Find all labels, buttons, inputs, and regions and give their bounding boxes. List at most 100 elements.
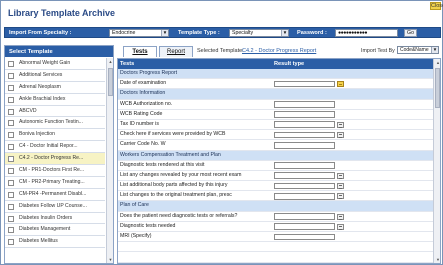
template-list-item[interactable]: Diabetes Follow UP Counse... [5,201,105,213]
close-button[interactable]: Close [430,2,443,10]
template-checkbox[interactable] [8,156,14,163]
result-input[interactable] [274,101,335,108]
template-checkbox[interactable] [8,61,14,67]
template-item-label: Autonomic Function Testin... [19,119,83,126]
template-list-item[interactable]: Diabetes Insulin Orders [5,213,105,225]
test-label: Diagnostic tests rendered at this visit [120,161,205,168]
test-label: Diagnostic tests needed [120,222,176,229]
notepad-icon[interactable] [337,193,344,200]
template-list-item[interactable]: Adrenal Neoplasm [5,82,105,94]
scroll-thumb[interactable] [108,68,113,96]
template-list: Abnormal Weight Gain Additional Services A… [5,58,105,249]
result-input[interactable] [274,223,335,231]
test-row: Diagnostic tests rendered at this visit [118,161,433,171]
template-item-label: C4 - Doctor Initial Repor... [19,143,78,150]
notepad-icon[interactable] [337,183,344,190]
template-checkbox[interactable] [8,96,14,103]
import-test-by-label: Import Test By [361,48,395,54]
template-checkbox[interactable] [8,191,14,198]
template-list-item[interactable]: C4.2 - Doctor Progress Re... [5,153,105,166]
template-list-item[interactable]: Diabetes Management [5,224,105,237]
template-checkbox[interactable] [8,120,14,127]
template-list-item[interactable]: CM - PR1-Doctors First Re... [5,165,105,177]
template-list-scrollbar[interactable]: ▲ ▼ [106,58,113,263]
template-checkbox[interactable] [8,144,14,151]
notepad-icon[interactable] [337,172,344,179]
result-input[interactable] [274,131,335,139]
template-checkbox[interactable] [8,108,14,115]
notepad-icon[interactable] [337,223,344,230]
test-row: Does the patient need diagnostic tests o… [118,212,433,222]
template-checkbox[interactable] [8,179,14,186]
specialty-value: Endocrine [112,30,136,36]
template-checkbox[interactable] [8,203,14,210]
scroll-thumb[interactable] [435,68,440,108]
template-archive-window: Close Library Template Archive Import Fr… [0,0,443,265]
specialty-select[interactable]: Endocrine ▼ [109,29,169,37]
result-input[interactable] [274,213,335,220]
test-label: MRI (Specify) [120,233,152,239]
template-list-item[interactable]: Autonomic Function Testin... [5,117,105,130]
scroll-up-icon[interactable]: ▲ [107,59,113,65]
selected-template-label: Selected Template: [197,48,244,54]
template-item-label: C4.2 - Doctor Progress Re... [19,155,84,162]
scroll-down-icon[interactable]: ▼ [107,257,113,263]
template-item-label: Diabetes Management [19,226,71,233]
template-type-label: Template Type : [178,30,220,36]
result-input[interactable] [274,141,335,149]
template-item-label: Additional Services [19,71,63,78]
notepad-icon[interactable] [337,213,344,220]
template-list-item[interactable]: Abnormal Weight Gain [5,58,105,70]
tab-tests[interactable]: Tests [123,46,157,57]
test-row [118,242,433,253]
template-type-select[interactable]: Specialty ▼ [229,29,289,37]
template-list-item[interactable]: Ankle Brachial Index [5,94,105,106]
test-label: List changes to the original treatment p… [120,192,232,199]
tests-grid: Tests Result type Doctors Progress Repor… [117,58,441,264]
test-label: Plan of Care [120,202,149,209]
result-input[interactable] [274,182,335,190]
template-list-item[interactable]: Boniva Injection [5,129,105,142]
tab-report[interactable]: Report [159,46,193,57]
notepad-icon[interactable] [337,121,344,128]
template-list-item[interactable]: Diabetes Mellitus [5,236,105,249]
result-input[interactable] [274,233,335,241]
template-checkbox[interactable] [8,132,14,139]
scroll-up-icon[interactable]: ▲ [434,60,440,66]
result-input[interactable] [274,111,335,119]
calendar-icon[interactable] [337,81,344,88]
result-input[interactable] [274,162,335,169]
selected-template-link[interactable]: C4.2 - Doctor Progress Report [242,48,316,54]
template-list-item[interactable]: ABCVD [5,106,105,118]
template-list-item[interactable]: CM-PR4 -Permanent Disabl... [5,189,105,201]
result-input[interactable] [274,172,335,180]
test-label: Does the patient need diagnostic tests o… [120,212,238,219]
template-checkbox[interactable] [8,215,14,222]
template-item-label: Diabetes Mellitus [19,238,58,245]
template-list-item[interactable]: C4 - Doctor Initial Repor... [5,141,105,154]
result-input[interactable] [274,192,335,200]
test-label: Carrier Code No. W [120,141,166,148]
template-checkbox[interactable] [8,168,14,175]
scroll-down-icon[interactable]: ▼ [434,257,440,263]
tests-panel: Tests Report Selected Template: C4.2 - D… [117,45,441,264]
template-checkbox[interactable] [8,72,14,79]
template-item-label: Diabetes Follow UP Counse... [19,202,87,209]
notepad-icon[interactable] [337,132,344,139]
test-row: List changes to the original treatment p… [118,191,433,202]
result-input[interactable] [274,80,335,88]
template-checkbox[interactable] [8,227,14,234]
template-checkbox[interactable] [8,84,14,91]
template-checkbox[interactable] [8,239,14,246]
tests-grid-scrollbar[interactable]: ▲ ▼ [433,59,440,263]
result-input[interactable] [274,121,335,129]
chevron-down-icon: ▼ [161,30,168,36]
go-button[interactable]: Go [404,29,417,37]
test-row: WCB Rating Code [118,110,433,120]
password-field[interactable]: ●●●●●●●●●●● [335,29,398,37]
template-list-item[interactable]: CM - PR2-Primary Treating... [5,177,105,189]
test-label: List any changes revealed by your most r… [120,171,242,178]
chevron-down-icon: ▼ [431,47,438,53]
import-test-by-select[interactable]: Code&Name ▼ [397,46,439,54]
template-list-item[interactable]: Additional Services [5,70,105,82]
